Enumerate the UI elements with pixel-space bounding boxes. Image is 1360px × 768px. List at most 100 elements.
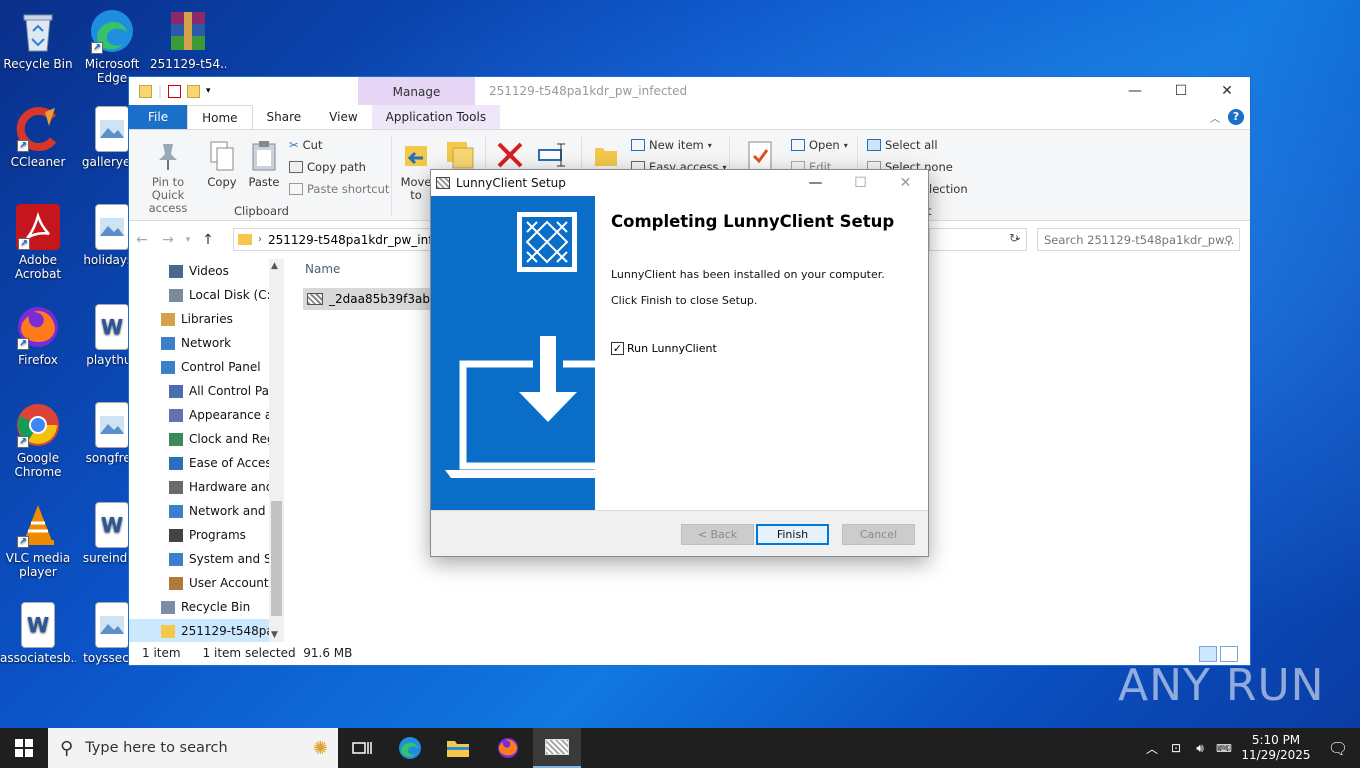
task-view-icon bbox=[352, 742, 372, 754]
dialog-maximize-button[interactable]: ☐ bbox=[838, 170, 883, 196]
desktop-icon-recycle-bin[interactable]: Recycle Bin bbox=[0, 8, 76, 71]
desktop-icon-acrobat[interactable]: ↗ Adobe Acrobat bbox=[0, 204, 76, 281]
tab-file[interactable]: File bbox=[129, 105, 188, 129]
paste-shortcut-button[interactable]: Paste shortcut bbox=[289, 182, 389, 196]
tab-share[interactable]: Share bbox=[253, 105, 316, 129]
select-all-button[interactable]: Select all bbox=[867, 138, 938, 152]
nav-item[interactable]: Network bbox=[129, 331, 284, 355]
nav-item[interactable]: Hardware and bbox=[129, 475, 284, 499]
up-arrow-icon[interactable]: ↑ bbox=[195, 232, 221, 248]
nav-item[interactable]: 251129-t548pa1k bbox=[129, 619, 284, 642]
collapse-ribbon-icon[interactable]: ︿ bbox=[1210, 110, 1220, 125]
pin-quick-access-button[interactable]: Pin to Quick access bbox=[135, 140, 201, 215]
refresh-icon[interactable]: ↻ bbox=[1009, 231, 1019, 245]
taskbar-firefox[interactable] bbox=[484, 728, 532, 768]
manage-context-tab[interactable]: Manage bbox=[358, 77, 475, 105]
window-controls: — ☐ ✕ bbox=[1112, 77, 1250, 105]
desktop-icon-firefox[interactable]: ↗ Firefox bbox=[0, 304, 76, 367]
taskbar-clock[interactable]: 5:10 PM 11/29/2025 bbox=[1236, 733, 1316, 763]
tab-application-tools[interactable]: Application Tools bbox=[371, 105, 501, 129]
new-folder-icon[interactable] bbox=[187, 84, 201, 98]
nav-item[interactable]: Ease of Access bbox=[129, 451, 284, 475]
nav-item-label: User Accounts bbox=[189, 576, 275, 590]
maximize-button[interactable]: ☐ bbox=[1158, 77, 1204, 105]
cancel-button[interactable]: Cancel bbox=[842, 524, 915, 545]
network-icon[interactable]: ⊡ bbox=[1164, 741, 1188, 755]
minimize-button[interactable]: — bbox=[1112, 77, 1158, 105]
dialog-footer: < Back Finish Cancel bbox=[431, 510, 928, 556]
scroll-up-icon[interactable]: ▲ bbox=[271, 261, 278, 271]
back-arrow-icon[interactable]: ← bbox=[129, 232, 155, 248]
start-button[interactable] bbox=[0, 728, 48, 768]
nav-item-icon bbox=[161, 600, 175, 614]
nav-pane-scrollbar[interactable]: ▲ ▼ bbox=[269, 259, 284, 642]
explorer-titlebar[interactable]: | ▾ Manage 251129-t548pa1kdr_pw_infected… bbox=[129, 77, 1250, 105]
copy-path-icon bbox=[289, 161, 303, 173]
column-header-name[interactable]: Name bbox=[305, 262, 340, 276]
nav-item-label: Clock and Regi bbox=[189, 432, 278, 446]
finish-button[interactable]: Finish bbox=[756, 524, 829, 545]
tab-view[interactable]: View bbox=[315, 105, 371, 129]
properties-icon[interactable] bbox=[168, 84, 182, 98]
new-item-button[interactable]: New item ▾ bbox=[631, 138, 712, 152]
invert-selection-button[interactable]: lection bbox=[929, 182, 968, 196]
installer-app-icon bbox=[436, 177, 450, 189]
help-icon[interactable]: ? bbox=[1228, 109, 1244, 125]
file-row[interactable]: _2daa85b39f3abd83 bbox=[303, 288, 433, 310]
copy-path-button[interactable]: Copy path bbox=[289, 160, 366, 174]
desktop-icon-edge[interactable]: ↗ Microsoft Edge bbox=[74, 8, 150, 85]
copy-button[interactable]: Copy bbox=[205, 140, 239, 189]
checkbox-check-icon[interactable]: ✓ bbox=[611, 342, 624, 355]
search-input[interactable]: Search 251129-t548pa1kdr_pw... ⚲ bbox=[1037, 228, 1240, 251]
tray-chevron-up-icon[interactable]: ︿ bbox=[1140, 740, 1164, 757]
move-to-button[interactable]: Move to bbox=[399, 140, 433, 202]
nav-item[interactable]: Videos bbox=[129, 259, 284, 283]
firefox-icon bbox=[498, 738, 518, 758]
nav-item[interactable]: Programs bbox=[129, 523, 284, 547]
close-button[interactable]: ✕ bbox=[1204, 77, 1250, 105]
winrar-archive-icon bbox=[165, 8, 211, 54]
paste-button[interactable]: Paste bbox=[247, 140, 281, 189]
recent-locations-icon[interactable]: ▾ bbox=[181, 235, 195, 245]
cut-button[interactable]: ✂ Cut bbox=[289, 138, 322, 152]
language-icon[interactable]: ⌨ bbox=[1212, 742, 1236, 755]
taskbar-file-explorer[interactable] bbox=[434, 728, 482, 768]
volume-icon[interactable]: 🔊︎ bbox=[1188, 741, 1212, 756]
taskbar-search-box[interactable]: ⚲ Type here to search ✺ bbox=[48, 728, 338, 768]
nav-item[interactable]: Network and Ir bbox=[129, 499, 284, 523]
dialog-close-button[interactable]: ✕ bbox=[883, 170, 928, 196]
scrollbar-thumb[interactable] bbox=[271, 501, 282, 616]
nav-item-label: Programs bbox=[189, 528, 246, 542]
nav-item[interactable]: User Accounts bbox=[129, 571, 284, 595]
desktop-icon-archive[interactable]: 251129-t54... bbox=[150, 8, 226, 71]
taskbar-search-placeholder: Type here to search bbox=[85, 740, 228, 756]
nav-item[interactable]: Recycle Bin bbox=[129, 595, 284, 619]
nav-item[interactable]: All Control Par bbox=[129, 379, 284, 403]
installer-side-banner bbox=[431, 196, 595, 510]
qat-dropdown-icon[interactable]: ▾ bbox=[206, 86, 211, 96]
task-view-button[interactable] bbox=[338, 728, 386, 768]
taskbar-lunnyclient-setup[interactable] bbox=[533, 728, 581, 768]
run-lunnyclient-checkbox[interactable]: ✓ Run LunnyClient bbox=[611, 342, 717, 355]
notification-icon[interactable]: 🗨︎ bbox=[1316, 739, 1360, 758]
desktop-icon-file[interactable]: W associatesb... bbox=[0, 602, 76, 665]
desktop-icon-chrome[interactable]: ↗ Google Chrome bbox=[0, 402, 76, 479]
dialog-titlebar[interactable]: LunnyClient Setup — ☐ ✕ bbox=[431, 170, 928, 196]
nav-item[interactable]: Appearance an bbox=[129, 403, 284, 427]
nav-item[interactable]: Control Panel bbox=[129, 355, 284, 379]
nav-item[interactable]: Local Disk (C:) bbox=[129, 283, 284, 307]
nav-item[interactable]: Clock and Regi bbox=[129, 427, 284, 451]
desktop-icon-ccleaner[interactable]: ↗ CCleaner bbox=[0, 106, 76, 169]
nav-item[interactable]: System and Se bbox=[129, 547, 284, 571]
desktop-icon-vlc[interactable]: ↗ VLC media player bbox=[0, 502, 76, 579]
taskbar-edge[interactable] bbox=[386, 728, 434, 768]
forward-arrow-icon[interactable]: → bbox=[155, 232, 181, 248]
shortcut-arrow-icon: ↗ bbox=[18, 238, 30, 250]
nav-item[interactable]: Libraries bbox=[129, 307, 284, 331]
back-button[interactable]: < Back bbox=[681, 524, 754, 545]
nav-item-label: Videos bbox=[189, 264, 229, 278]
scroll-down-icon[interactable]: ▼ bbox=[271, 630, 278, 640]
open-button[interactable]: Open ▾ bbox=[791, 138, 848, 152]
tab-home[interactable]: Home bbox=[187, 105, 253, 129]
dialog-minimize-button[interactable]: — bbox=[793, 170, 838, 196]
